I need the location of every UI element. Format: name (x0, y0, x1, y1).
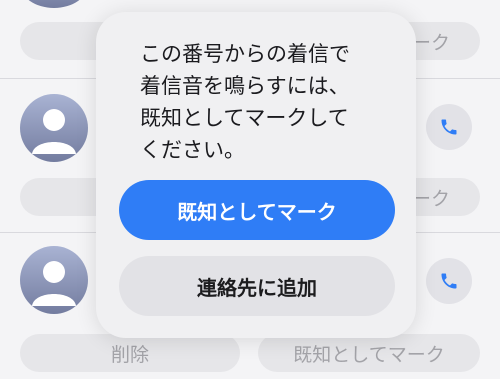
avatar (20, 0, 88, 8)
person-silhouette-icon (32, 109, 76, 154)
delete-button[interactable]: 削除 (20, 334, 240, 372)
mark-as-known-button[interactable]: 既知としてマーク (119, 180, 395, 240)
add-to-contacts-button[interactable]: 連絡先に追加 (119, 256, 395, 316)
dialog-message: この番号からの着信で 着信音を鳴らすには、 既知としてマークして ください。 (140, 42, 350, 162)
avatar-person-icon (20, 246, 88, 314)
phone-icon (441, 119, 457, 135)
delete-label: 削除 (110, 343, 149, 366)
avatar-person-icon (20, 94, 88, 162)
person-silhouette-icon (32, 261, 76, 306)
call-button[interactable] (426, 104, 472, 150)
mark-known-label: 既知としてマーク (293, 343, 445, 366)
mark-as-known-dialog: この番号からの着信で 着信音を鳴らすには、 既知としてマークして ください。 既… (96, 12, 416, 338)
mark-known-button[interactable]: 既知としてマーク (258, 334, 480, 372)
phone-icon (441, 273, 457, 289)
call-button[interactable] (426, 258, 472, 304)
mark-known-label: ーク (411, 187, 450, 210)
